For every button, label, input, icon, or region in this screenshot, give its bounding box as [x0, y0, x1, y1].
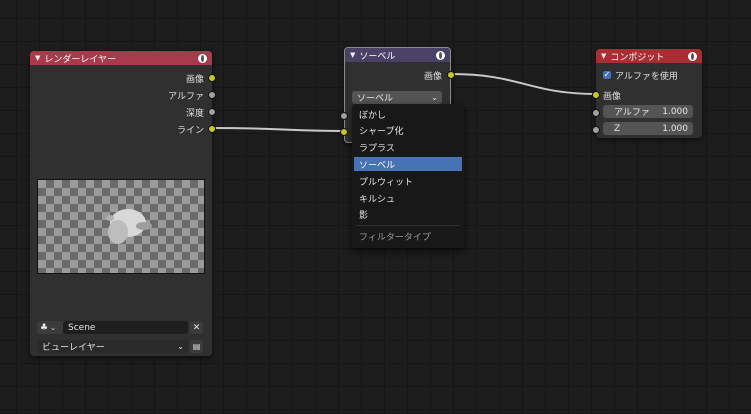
chevron-down-icon: ⌄	[177, 342, 184, 351]
alpha-field-value: 1.000	[662, 106, 688, 117]
composite-image-label: 画像	[603, 92, 622, 102]
composite-node[interactable]: ▼ コンポジット ✓ アルファを使用 画像 アルファ 1.000 Z 1.000	[592, 49, 702, 138]
collapse-arrow-icon[interactable]: ▼	[350, 51, 355, 59]
collapse-arrow-icon[interactable]: ▼	[601, 52, 606, 60]
scene-clear-button[interactable]: ✕	[190, 321, 203, 334]
view-layer-text: ビューレイヤー	[42, 343, 105, 353]
composite-header[interactable]: ▼ コンポジット	[596, 49, 702, 63]
chevron-down-icon: ⌄	[50, 323, 56, 332]
output-label-image: 画像	[185, 75, 204, 85]
sobel-image-input-socket[interactable]	[340, 128, 348, 136]
collapse-arrow-icon[interactable]: ▼	[35, 54, 40, 62]
render-globe-icon	[198, 54, 207, 63]
composite-alpha-socket[interactable]	[592, 109, 600, 117]
filter-type-select[interactable]: ソーベル ⌄	[352, 91, 442, 104]
scene-selector-icon-button[interactable]: ♣ ⌄	[37, 321, 63, 334]
menu-item-prewitt[interactable]: プルウィット	[354, 174, 462, 188]
view-layer-icon: ▤	[192, 342, 201, 351]
composite-globe-icon	[688, 52, 697, 61]
sobel-header[interactable]: ▼ ソーベル	[345, 48, 450, 62]
output-label-depth: 深度	[185, 109, 204, 119]
link-line-to-sobel[interactable]	[211, 127, 345, 132]
alpha-value-field[interactable]: アルファ 1.000	[603, 105, 693, 118]
filter-globe-icon	[436, 51, 445, 60]
use-alpha-label: アルファを使用	[615, 72, 678, 82]
filter-type-value: ソーベル	[357, 94, 394, 104]
scene-name-field[interactable]: Scene	[63, 321, 188, 334]
menu-item-blur[interactable]: ぼかし	[354, 107, 462, 121]
scene-icon: ♣	[40, 322, 49, 333]
alpha-field-label: アルファ	[614, 108, 650, 118]
sobel-factor-socket[interactable]	[340, 112, 348, 120]
menu-separator	[356, 225, 460, 226]
output-socket-image[interactable]	[208, 74, 216, 82]
render-layers-header[interactable]: ▼ レンダーレイヤー	[30, 51, 212, 65]
render-layers-title: レンダーレイヤー	[44, 54, 117, 65]
view-layer-select[interactable]: ビューレイヤー ⌄	[37, 340, 188, 353]
output-label-alpha: アルファ	[168, 92, 204, 102]
link-sobel-to-composite[interactable]	[450, 73, 597, 95]
view-layer-browse-button[interactable]: ▤	[190, 340, 203, 353]
composite-title: コンポジット	[610, 52, 665, 63]
menu-item-kirsch[interactable]: キルシュ	[354, 191, 462, 205]
render-layers-node[interactable]: ▼ レンダーレイヤー 画像 アルファ 深度 ライン ♣ ⌄ Scene ✕ ビュー…	[30, 51, 216, 356]
menu-item-sharpen[interactable]: シャープ化	[354, 123, 462, 137]
z-field-label: Z	[614, 123, 621, 134]
output-socket-alpha[interactable]	[208, 91, 216, 99]
output-socket-line[interactable]	[208, 125, 216, 133]
chevron-down-icon: ⌄	[431, 93, 438, 102]
output-label-line: ライン	[176, 126, 204, 136]
sobel-output-label: 画像	[423, 72, 442, 82]
composite-image-socket[interactable]	[592, 91, 600, 99]
sobel-title: ソーベル	[359, 51, 396, 62]
render-preview-image	[37, 179, 205, 274]
scene-name-text: Scene	[68, 322, 96, 333]
composite-z-socket[interactable]	[592, 126, 600, 134]
menu-item-shadow[interactable]: 影	[354, 207, 462, 221]
filter-type-menu: ぼかし シャープ化 ラプラス ソーベル プルウィット キルシュ 影 フィルタータ…	[352, 104, 464, 248]
sobel-output-socket[interactable]	[447, 71, 455, 79]
z-value-field[interactable]: Z 1.000	[603, 122, 693, 135]
menu-title: フィルタータイプ	[359, 233, 431, 243]
z-field-value: 1.000	[662, 123, 688, 134]
close-icon: ✕	[192, 322, 201, 333]
use-alpha-checkbox[interactable]: ✓	[603, 71, 611, 79]
menu-item-laplace[interactable]: ラプラス	[354, 140, 462, 154]
menu-item-sobel[interactable]: ソーベル	[354, 157, 462, 171]
output-socket-depth[interactable]	[208, 108, 216, 116]
monkey-model-image	[106, 209, 152, 244]
